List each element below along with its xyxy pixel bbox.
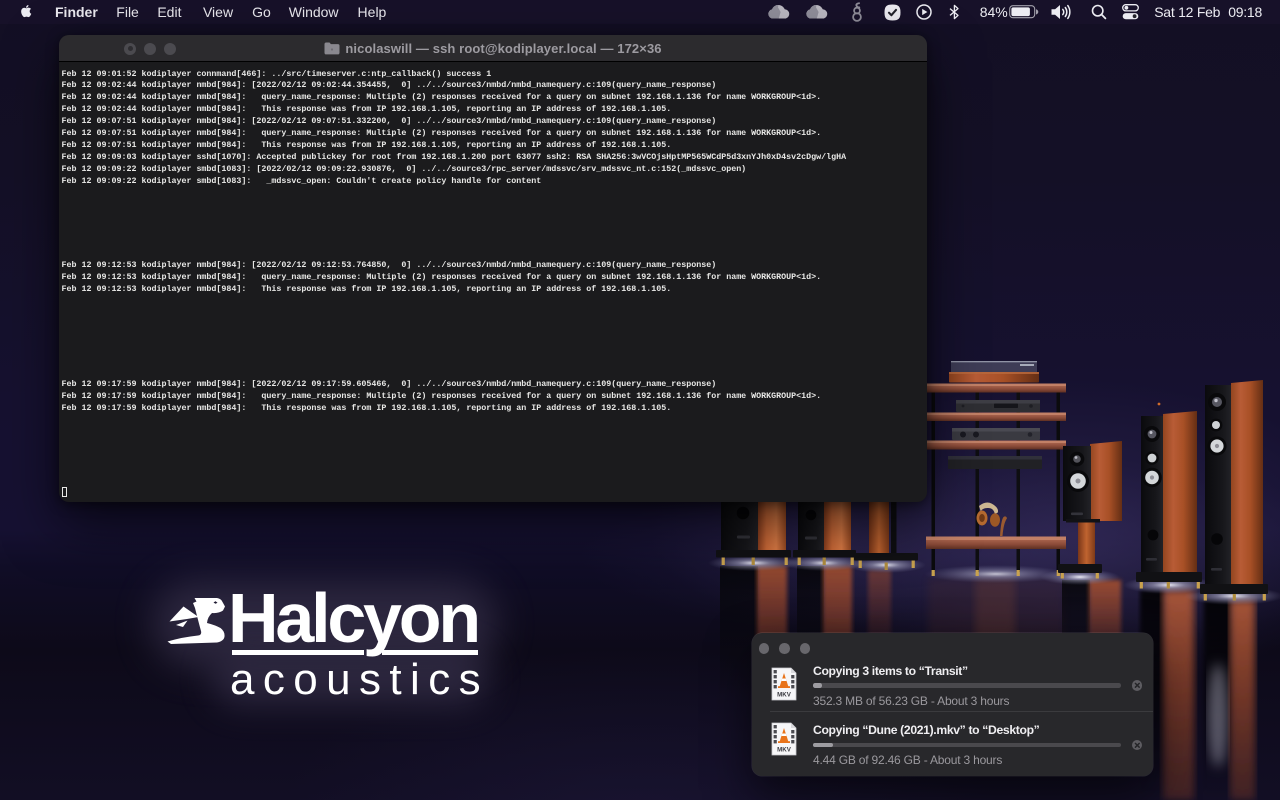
svg-text:MKV: MKV [777,747,792,754]
svg-text:MKV: MKV [777,691,792,698]
